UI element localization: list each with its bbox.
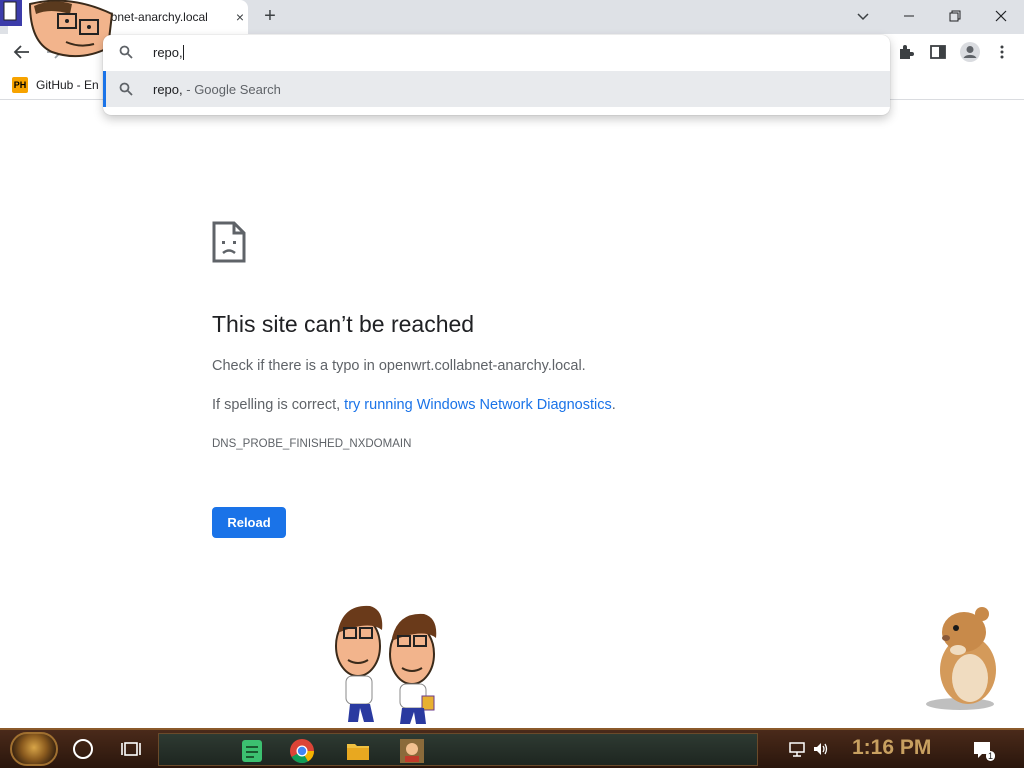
reload-button[interactable]: Reload [212, 507, 286, 538]
maximize-button[interactable] [940, 4, 970, 28]
search-icon [119, 82, 133, 96]
error-diagnostics-hint: If spelling is correct, try running Wind… [212, 397, 616, 413]
sad-page-icon [212, 221, 246, 268]
text-caret [182, 45, 184, 60]
taskbar: 1 1:16 PM [0, 728, 1024, 768]
address-input[interactable]: repo, [153, 45, 184, 60]
taskbar-apps [158, 733, 758, 766]
diag-suffix: . [611, 397, 616, 413]
suggestion-query: repo, [153, 82, 183, 97]
chrome-icon[interactable] [289, 738, 315, 764]
desktop-characters-overlay [330, 600, 440, 733]
tab-search-button[interactable] [848, 4, 878, 28]
new-tab-button[interactable]: + [258, 4, 282, 28]
search-circle-icon[interactable] [73, 739, 93, 759]
bookmark-favicon-icon: PH [12, 77, 28, 93]
game-icon[interactable] [399, 738, 425, 764]
extensions-button[interactable] [894, 40, 918, 64]
notes-icon[interactable] [239, 738, 265, 764]
chevron-down-icon [857, 13, 869, 21]
bookmark-label: GitHub - En [36, 78, 99, 92]
suggestion-text: repo, - Google Search [153, 82, 281, 97]
network-icon[interactable] [788, 741, 806, 757]
suggestion-suffix: - Google Search [182, 82, 281, 97]
side-panel-button[interactable] [926, 40, 950, 64]
puzzle-icon [900, 45, 914, 59]
search-icon [119, 45, 133, 59]
error-typo-hint: Check if there is a typo in openwrt.coll… [212, 358, 586, 374]
omnibox-suggestion[interactable]: repo, - Google Search [103, 71, 890, 107]
volume-icon[interactable] [812, 741, 830, 757]
error-code: DNS_PROBE_FINISHED_NXDOMAIN [212, 438, 412, 450]
kebab-menu-icon [1000, 45, 1004, 59]
close-icon [995, 10, 1007, 22]
notification-count: 1 [986, 751, 996, 761]
network-diagnostics-link[interactable]: try running Windows Network Diagnostics [344, 397, 612, 413]
minimize-icon [904, 15, 914, 17]
minimize-button[interactable] [894, 4, 924, 28]
tab-close-icon[interactable]: × [232, 9, 248, 25]
menu-button[interactable] [990, 40, 1014, 64]
start-button[interactable] [10, 732, 58, 766]
task-view-icon[interactable] [120, 739, 142, 759]
diag-prefix: If spelling is correct, [212, 397, 345, 413]
close-window-button[interactable] [986, 4, 1016, 28]
address-input-text: repo, [153, 45, 183, 60]
address-bar[interactable]: repo, [103, 35, 890, 71]
file-explorer-icon[interactable] [345, 738, 371, 764]
profile-button[interactable] [958, 40, 982, 64]
side-panel-icon [930, 45, 946, 59]
omnibox-dropdown: repo, repo, - Google Search [103, 35, 890, 115]
profile-icon [960, 42, 980, 62]
desktop-character-overlay [0, 0, 120, 65]
restore-icon [949, 10, 961, 22]
error-title: This site can’t be reached [212, 311, 475, 337]
bookmark-github[interactable]: PH GitHub - En [12, 74, 99, 96]
taskbar-clock[interactable]: 1:16 PM [852, 736, 931, 760]
tab-strip: abnet-anarchy.local × + [0, 0, 1024, 34]
hamster-overlay [920, 604, 1010, 715]
